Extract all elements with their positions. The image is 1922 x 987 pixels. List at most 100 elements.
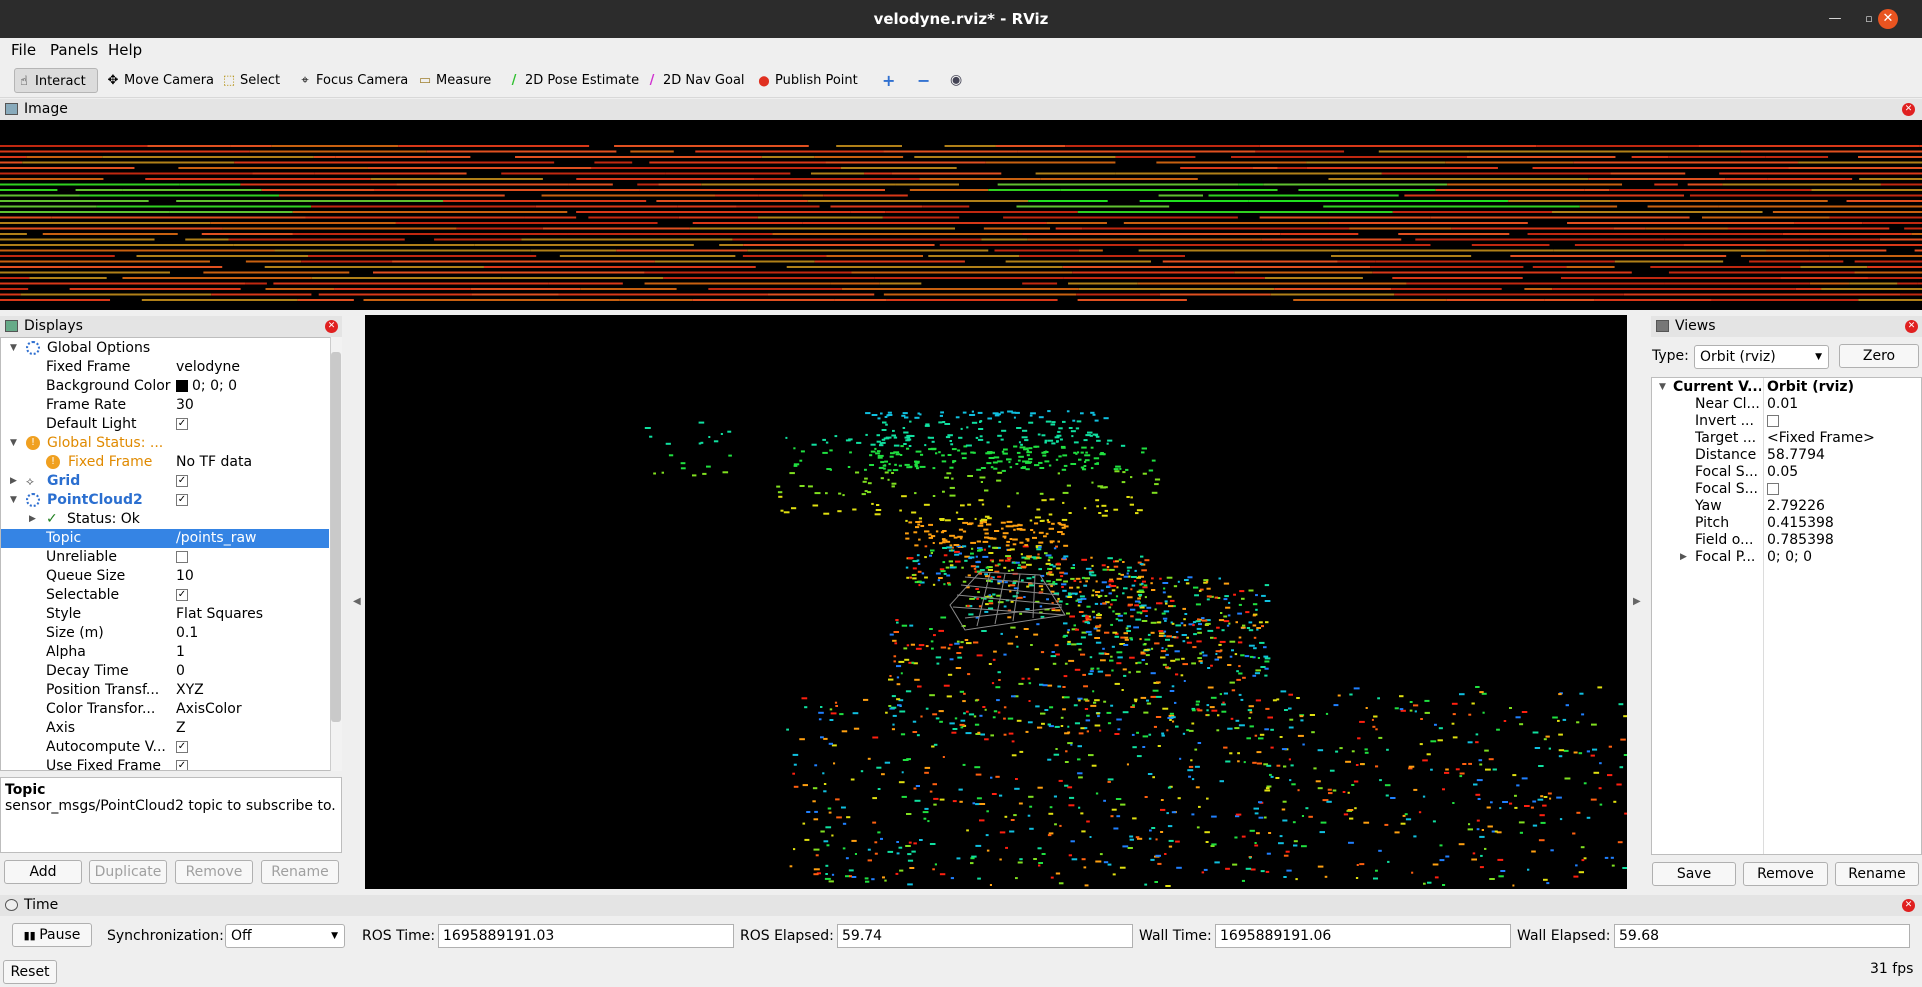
image-panel-title: Image: [24, 101, 68, 117]
tree-row-status-ok[interactable]: ▶ ✓ Status: Ok: [1, 510, 329, 529]
views-tree[interactable]: ▼ Current V... Orbit (rviz) Near Cl... 0.…: [1651, 377, 1922, 855]
move-camera-icon: ✥: [107, 73, 119, 88]
tree-row-axis[interactable]: Axis Z: [1, 719, 329, 738]
default-light-checkbox[interactable]: ✓: [176, 418, 188, 430]
duplicate-display-button[interactable]: Duplicate: [89, 860, 167, 884]
time-panel-header: Time ✕: [0, 895, 1922, 916]
rename-view-button[interactable]: Rename: [1835, 862, 1919, 886]
tree-row-fixed-frame[interactable]: Fixed Frame velodyne: [1, 358, 329, 377]
tree-row-decay-time[interactable]: Decay Time 0: [1, 662, 329, 681]
publish-point-tool[interactable]: ⬤ Publish Point: [755, 68, 857, 93]
tree-row-topic[interactable]: Topic /points_raw: [1, 529, 329, 548]
focus-camera-tool[interactable]: ⌖ Focus Camera: [296, 68, 408, 93]
2d-pose-estimate-tool[interactable]: /2D Pose Estimate: [505, 68, 639, 93]
eye-icon[interactable]: ◉: [948, 68, 970, 93]
remove-tool-icon[interactable]: −: [915, 68, 937, 93]
minimize-icon[interactable]: —: [1826, 10, 1844, 28]
use-fixed-frame-checkbox[interactable]: ✓: [176, 760, 188, 770]
pointcloud-icon: [26, 493, 40, 507]
collapse-left-icon[interactable]: ◀: [353, 596, 361, 607]
tree-row-global-status[interactable]: ▼ ! Global Status: ...: [1, 434, 329, 453]
add-tool-icon[interactable]: +: [880, 68, 895, 93]
map-pin-icon: ⬤: [758, 76, 770, 87]
menu-file[interactable]: File: [11, 41, 36, 59]
autocompute-checkbox[interactable]: ✓: [176, 741, 188, 753]
views-row-pitch[interactable]: Pitch 0.415398: [1652, 515, 1920, 532]
tree-row-unreliable[interactable]: Unreliable: [1, 548, 329, 567]
unreliable-checkbox[interactable]: [176, 551, 188, 563]
views-row-focal-point[interactable]: ▶ Focal P... 0; 0; 0: [1652, 549, 1920, 566]
tree-row-global-options[interactable]: ▼ Global Options: [1, 339, 329, 358]
close-views-panel-icon[interactable]: ✕: [1905, 320, 1918, 333]
focal-shape-checkbox[interactable]: [1767, 483, 1779, 495]
pointcloud2-checkbox[interactable]: ✓: [176, 494, 188, 506]
tree-row-grid[interactable]: ▶ ⟡ Grid ✓: [1, 472, 329, 491]
add-display-button[interactable]: Add: [4, 860, 82, 884]
close-time-panel-icon[interactable]: ✕: [1902, 899, 1915, 912]
tree-row-style[interactable]: Style Flat Squares: [1, 605, 329, 624]
views-row-distance[interactable]: Distance 58.7794: [1652, 447, 1920, 464]
lidar-range-image: [0, 145, 1922, 301]
wall-time-label: Wall Time:: [1139, 928, 1212, 944]
view-type-dropdown[interactable]: Orbit (rviz) ▼: [1694, 345, 1829, 369]
tree-row-pointcloud2[interactable]: ▼ PointCloud2 ✓: [1, 491, 329, 510]
selectable-checkbox[interactable]: ✓: [176, 589, 188, 601]
nav-goal-arrow-icon: /: [649, 73, 655, 88]
views-row-target-frame[interactable]: Target ... <Fixed Frame>: [1652, 430, 1920, 447]
collapse-right-icon[interactable]: ▶: [1633, 596, 1641, 607]
tree-row-status-fixed-frame[interactable]: ! Fixed Frame No TF data: [1, 453, 329, 472]
maximize-icon[interactable]: ▫: [1860, 10, 1878, 28]
sync-dropdown[interactable]: Off ▼: [225, 924, 345, 948]
move-camera-tool[interactable]: ✥ Move Camera: [104, 68, 214, 93]
pause-icon: ▮▮: [23, 929, 40, 942]
wall-time-field[interactable]: 1695889191.06: [1215, 924, 1511, 948]
tree-row-size[interactable]: Size (m) 0.1: [1, 624, 329, 643]
tree-row-alpha[interactable]: Alpha 1: [1, 643, 329, 662]
views-panel-header: Views ✕: [1651, 316, 1922, 337]
views-row-invert-z[interactable]: Invert ...: [1652, 413, 1920, 430]
save-view-button[interactable]: Save: [1652, 862, 1736, 886]
views-row-yaw[interactable]: Yaw 2.79226: [1652, 498, 1920, 515]
2d-nav-goal-tool[interactable]: /2D Nav Goal: [643, 68, 745, 93]
reset-button[interactable]: Reset: [3, 960, 57, 984]
tree-row-frame-rate[interactable]: Frame Rate 30: [1, 396, 329, 415]
views-row-near-clip[interactable]: Near Cl... 0.01: [1652, 396, 1920, 413]
close-image-panel-icon[interactable]: ✕: [1902, 103, 1915, 116]
remove-display-button[interactable]: Remove: [175, 860, 253, 884]
sync-label: Synchronization:: [107, 928, 224, 944]
close-window-icon[interactable]: ✕: [1878, 9, 1898, 29]
3d-render-view[interactable]: [365, 315, 1629, 889]
ros-elapsed-field[interactable]: 59.74: [837, 924, 1133, 948]
tree-row-autocompute[interactable]: Autocompute V... ✓: [1, 738, 329, 757]
focus-camera-icon: ⌖: [301, 73, 309, 88]
grid-checkbox[interactable]: ✓: [176, 475, 188, 487]
tree-row-color-transformer[interactable]: Color Transfor... AxisColor: [1, 700, 329, 719]
views-row-field-of-view[interactable]: Field o... 0.785398: [1652, 532, 1920, 549]
ros-time-field[interactable]: 1695889191.03: [438, 924, 734, 948]
tree-row-queue-size[interactable]: Queue Size 10: [1, 567, 329, 586]
rename-display-button[interactable]: Rename: [261, 860, 339, 884]
views-row-current-view[interactable]: ▼ Current V... Orbit (rviz): [1652, 379, 1920, 396]
tree-row-selectable[interactable]: Selectable ✓: [1, 586, 329, 605]
views-row-focal-shape-fixed[interactable]: Focal S...: [1652, 481, 1920, 498]
displays-tree[interactable]: ▼ Global Options Fixed Frame velodyne Ba…: [0, 337, 342, 771]
invert-checkbox[interactable]: [1767, 415, 1779, 427]
menu-bar: File Panels Help: [0, 38, 1922, 62]
measure-tool[interactable]: ▭ Measure: [416, 68, 491, 93]
interact-tool[interactable]: ☝ Interact: [14, 68, 98, 93]
pause-button[interactable]: ▮▮ Pause: [12, 923, 92, 947]
wall-elapsed-field[interactable]: 59.68: [1614, 924, 1910, 948]
close-displays-panel-icon[interactable]: ✕: [325, 320, 338, 333]
image-view[interactable]: [0, 120, 1922, 310]
select-tool[interactable]: ⬚ Select: [220, 68, 280, 93]
displays-scrollbar-thumb[interactable]: [331, 352, 341, 722]
tree-row-background-color[interactable]: Background Color 0; 0; 0: [1, 377, 329, 396]
menu-panels[interactable]: Panels: [50, 41, 98, 59]
views-row-focal-shape-size[interactable]: Focal S... 0.05: [1652, 464, 1920, 481]
tree-row-default-light[interactable]: Default Light ✓: [1, 415, 329, 434]
tree-row-use-fixed-frame[interactable]: Use Fixed Frame ✓: [1, 757, 329, 770]
remove-view-button[interactable]: Remove: [1743, 862, 1828, 886]
zero-button[interactable]: Zero: [1839, 344, 1919, 368]
menu-help[interactable]: Help: [108, 41, 142, 59]
tree-row-position-transformer[interactable]: Position Transf... XYZ: [1, 681, 329, 700]
